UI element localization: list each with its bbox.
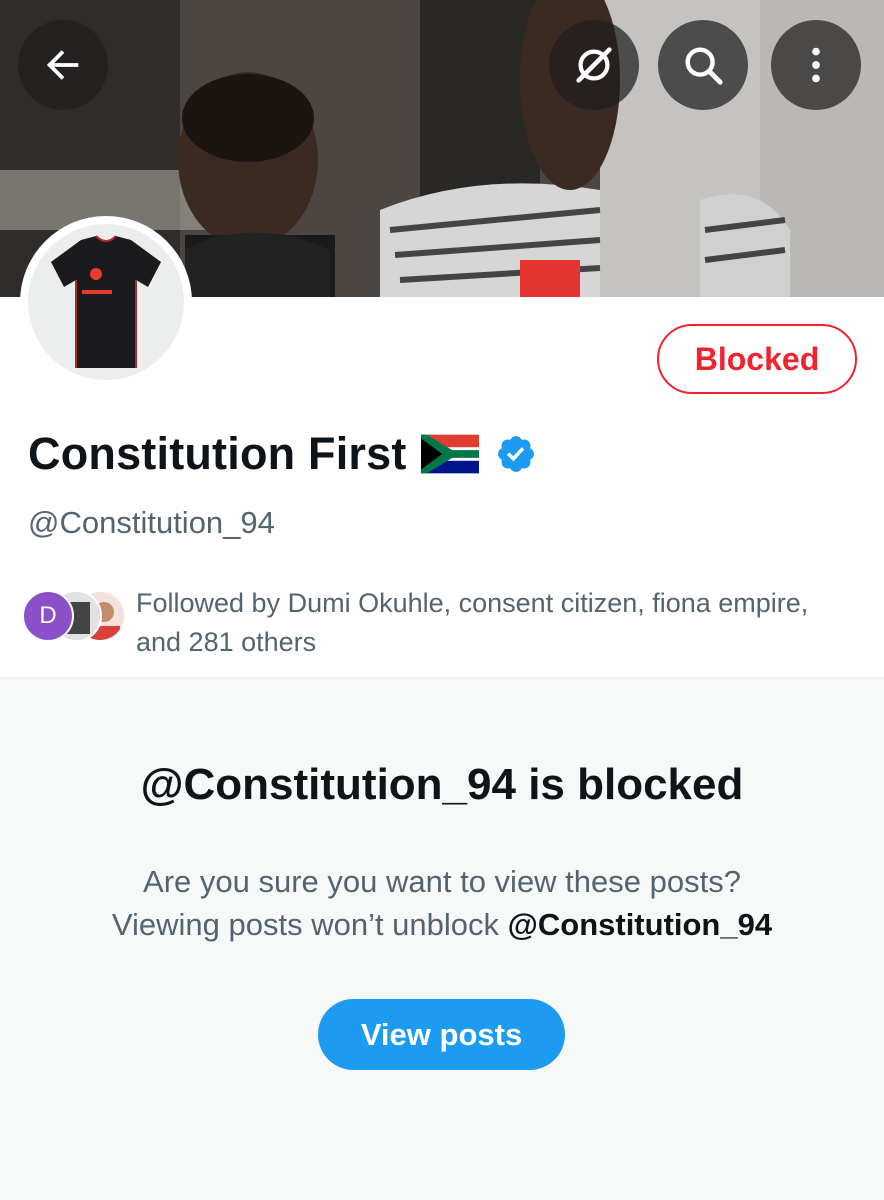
- profile-avatar[interactable]: [20, 216, 192, 388]
- arrow-left-icon: [46, 50, 79, 80]
- blocked-description-handle: @Constitution_94: [507, 907, 773, 942]
- jersey-image: [51, 235, 161, 368]
- profile-handle: @Constitution_94: [28, 505, 275, 540]
- blocked-title: @Constitution_94 is blocked: [140, 760, 744, 809]
- south-africa-flag-icon: [420, 434, 479, 474]
- blocked-description-line2: Viewing posts won’t unblock @Constitutio…: [0, 903, 884, 946]
- follower-avatar: D: [22, 590, 74, 642]
- back-button[interactable]: [18, 20, 108, 110]
- followed-by-text: Followed by Dumi Okuhle, consent citizen…: [136, 588, 809, 657]
- blocked-description-prefix: Viewing posts won’t unblock: [111, 907, 508, 942]
- blocked-button[interactable]: Blocked: [657, 324, 857, 394]
- blocked-description: Are you sure you want to view these post…: [0, 860, 884, 946]
- search-icon: [685, 47, 723, 85]
- profile-name-row: Constitution First: [28, 424, 537, 484]
- more-button[interactable]: [771, 20, 861, 110]
- followed-by[interactable]: D Followed by Dumi Okuhle, consent citiz…: [22, 584, 862, 662]
- avatar-image: [28, 224, 184, 380]
- display-name: Constitution First: [28, 428, 407, 479]
- view-posts-button[interactable]: View posts: [318, 999, 565, 1070]
- grok-icon: [576, 47, 612, 83]
- search-button[interactable]: [658, 20, 748, 110]
- verified-badge-icon[interactable]: [495, 433, 537, 475]
- more-vertical-icon: [812, 47, 820, 83]
- blocked-description-line1: Are you sure you want to view these post…: [143, 864, 741, 899]
- follower-avatars: D: [22, 584, 130, 644]
- grok-button[interactable]: [549, 20, 639, 110]
